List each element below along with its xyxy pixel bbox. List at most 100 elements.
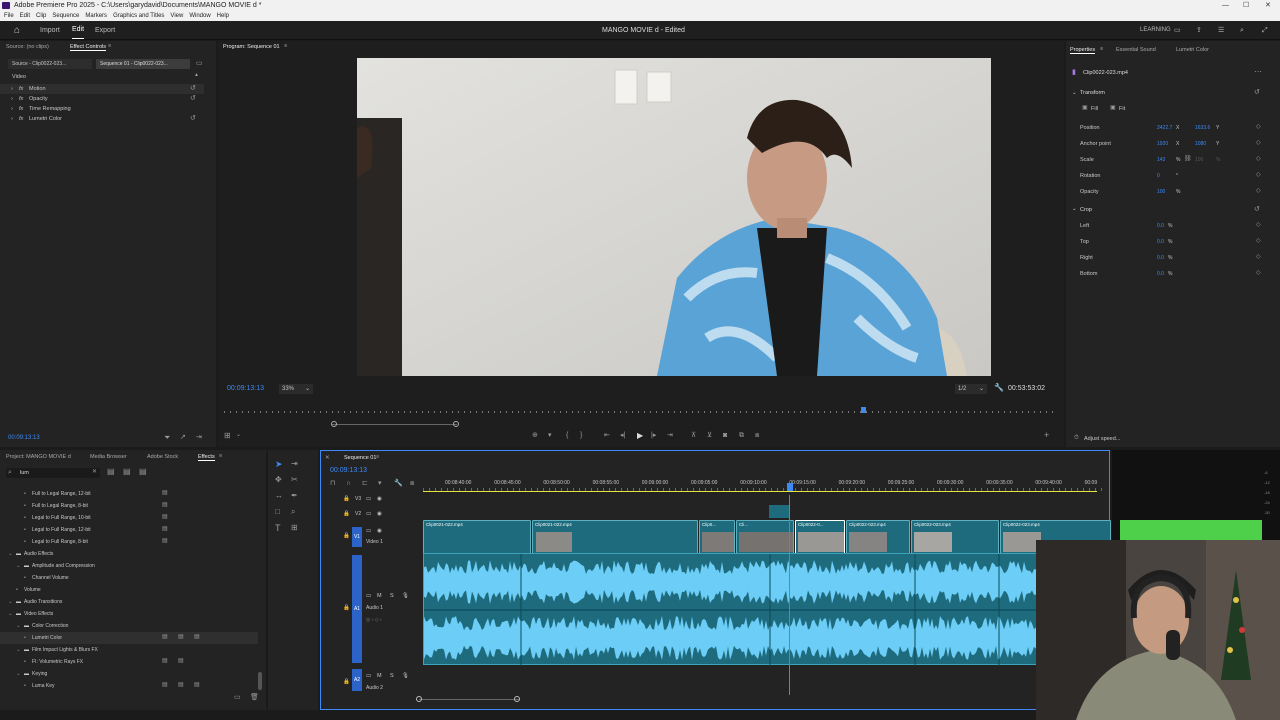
track-v1-label[interactable]: V1 (352, 527, 362, 547)
extract-icon[interactable]: ⊻ (707, 432, 712, 439)
keyframe-icon[interactable]: ◇ (1256, 188, 1261, 194)
effects-tree-item[interactable]: ▪ Lumetri Color ▤ ▤ ▤ (0, 632, 258, 644)
lock-icon[interactable]: 🔒 (343, 605, 350, 611)
track-select-icon[interactable]: ⇥ (291, 460, 298, 468)
video-clip[interactable]: Clip0022-023.mp4 (846, 520, 910, 556)
search-input[interactable]: lum (20, 470, 29, 476)
property-value-2[interactable]: 100 (1195, 157, 1203, 163)
crop-value[interactable]: 0.0 (1157, 239, 1164, 245)
menu-file[interactable]: File (4, 13, 14, 19)
program-timecode[interactable]: 00:09:13:13 (227, 385, 264, 392)
selection-tool-icon[interactable]: ➤ (275, 460, 283, 469)
keyframe-icon[interactable]: ◇ (1256, 172, 1261, 178)
zoom-icon[interactable]: ⌕ (291, 508, 295, 516)
go-to-out-icon[interactable]: ⇥ (667, 432, 673, 439)
camera-icon[interactable]: ◙ (723, 432, 727, 439)
filter-icon[interactable]: ⏷ (164, 434, 170, 442)
effects-tree-item[interactable]: ⌄ ▬ Film Impact Lights & Blurs FX (0, 644, 258, 656)
property-value-1[interactable]: 143 (1157, 157, 1165, 163)
menu-view[interactable]: View (170, 13, 183, 19)
track-v3-label[interactable]: V3 (355, 496, 361, 502)
rectangle-icon[interactable]: □ (275, 508, 280, 516)
reset-icon[interactable]: ↺ (190, 115, 196, 122)
pen-icon[interactable]: ✒ (291, 492, 298, 500)
property-value-1[interactable]: 2422.7 (1157, 125, 1172, 131)
video-clip[interactable]: Cli... (736, 520, 794, 556)
effects-tree-item[interactable]: ⌄ ▬ Audio Effects (0, 548, 258, 560)
tab-essential-sound[interactable]: Essential Sound (1116, 47, 1156, 53)
tab-effect-controls[interactable]: Effect Controls (70, 44, 106, 51)
lumetri-row[interactable]: › fx Lumetri Color ↺ (0, 114, 204, 124)
keyframe-icon[interactable]: ◇ (1256, 270, 1261, 276)
lock-icon[interactable]: 🔒 (343, 679, 350, 685)
play-audio-icon[interactable]: ↗ (180, 434, 186, 441)
lock-icon[interactable]: 🔒 (343, 533, 350, 539)
effects-tree-item[interactable]: ⌄ ▬ Color Correction (0, 620, 258, 632)
import-tab[interactable]: Import (40, 21, 60, 40)
workspace-icon[interactable]: ▭ (1174, 21, 1181, 40)
effects-search[interactable]: ⌕ lum ✕ (6, 468, 100, 478)
adjust-speed-button[interactable]: Adjust speed... (1084, 436, 1120, 442)
property-value-1[interactable]: 100 (1157, 189, 1165, 195)
track-area[interactable]: Clip0021-022.mp4 Clip0021-022.mp4 Clip0.… (423, 495, 1111, 695)
solo-button[interactable]: S (390, 673, 394, 679)
solo-button[interactable]: S (390, 593, 394, 599)
effects-tree-item[interactable]: ▪ Legal to Full Range, 12-bit ▤ (0, 524, 258, 536)
fit-icon[interactable]: ▣ (1110, 105, 1116, 111)
tab-lumetri-color[interactable]: Lumetri Color (1176, 47, 1209, 53)
lock-icon[interactable]: 🔒 (343, 511, 350, 517)
property-value-2[interactable]: 1080 (1195, 141, 1206, 147)
mark-in-icon[interactable]: { (566, 432, 568, 439)
work-area-bar[interactable] (423, 491, 1097, 492)
mic-icon[interactable]: 🎙 (402, 593, 409, 599)
close-icon[interactable]: ✕ (325, 455, 330, 461)
captions-icon[interactable]: ⧈ (410, 480, 414, 487)
sequence-tab[interactable]: Sequence 01 (344, 455, 376, 461)
slip-icon[interactable]: ↔ (275, 492, 283, 500)
play-icon[interactable]: ▶ (637, 432, 643, 440)
reset-icon[interactable]: ↺ (190, 85, 196, 92)
effects-tree-item[interactable]: ⌄ ▬ Video Effects (0, 608, 258, 620)
razor-icon[interactable]: ✂ (291, 476, 298, 484)
toggle-output-icon[interactable]: ▭ (366, 593, 371, 599)
minimize-icon[interactable]: — (1222, 0, 1229, 11)
close-icon[interactable]: ✕ (1265, 0, 1271, 11)
ec-timecode[interactable]: 00:09:13:13 (8, 435, 40, 441)
tab-media-browser[interactable]: Media Browser (90, 454, 127, 460)
panels-icon[interactable]: ☰ (1218, 21, 1224, 40)
mic-icon[interactable]: 🎙 (402, 673, 409, 679)
accelerated-icon[interactable]: ▤ (107, 468, 115, 476)
menu-clip[interactable]: Clip (36, 13, 46, 19)
ripple-edit-icon[interactable]: ✥ (275, 476, 282, 484)
fit-label[interactable]: Fit (1119, 106, 1125, 112)
property-value-1[interactable]: 1920 (1157, 141, 1168, 147)
tab-source[interactable]: Source: (no clips) (6, 44, 49, 50)
toggle-output-icon[interactable]: ▭ (366, 673, 371, 679)
type-icon[interactable]: T (275, 524, 281, 533)
video-clip[interactable]: Clip0... (699, 520, 735, 556)
panel-menu-icon[interactable]: ≡ (219, 453, 222, 459)
go-to-in-icon[interactable]: ⇤ (604, 432, 610, 439)
eye-icon[interactable]: ◉ (377, 496, 382, 502)
link-icon[interactable]: ⛓ (1184, 156, 1192, 162)
menu-graphics[interactable]: Graphics and Titles (113, 13, 164, 19)
insert-icon[interactable]: ⊕ (532, 432, 538, 439)
eye-icon[interactable]: ◉ (377, 511, 382, 517)
scrollbar[interactable] (258, 672, 262, 690)
keyframe-icon[interactable]: ◇ (1256, 238, 1261, 244)
keyframe-icon[interactable]: ◇ (1256, 124, 1261, 130)
toggle-timeline-icon[interactable]: ▭ (196, 60, 203, 67)
resolution-select[interactable]: 1/2 ⌄ (955, 384, 987, 394)
video-clip[interactable]: Clip0021-022.mp4 (532, 520, 698, 556)
tab-effects[interactable]: Effects (198, 454, 215, 461)
motion-row[interactable]: › fx Motion ↺ (0, 84, 204, 94)
linked-icon[interactable]: ∩ (346, 480, 351, 487)
effects-tree-item[interactable]: ▪ Luma Key ▤ ▤ ▤ (0, 680, 258, 688)
scroll-handle-left[interactable] (416, 696, 422, 702)
workspace-label[interactable]: LEARNING (1140, 21, 1171, 40)
menu-markers[interactable]: Markers (85, 13, 107, 19)
menu-sequence[interactable]: Sequence (52, 13, 79, 19)
scroll-handle-left[interactable] (331, 421, 337, 427)
export-frame-icon[interactable]: ⇥ (196, 434, 202, 441)
audio-clip[interactable] (423, 553, 1111, 666)
